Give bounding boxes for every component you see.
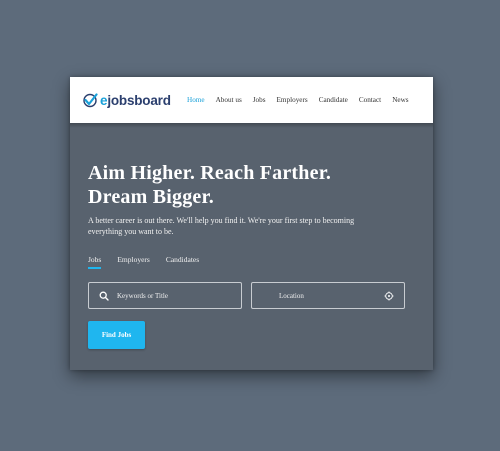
tab-employers[interactable]: Employers [117, 255, 150, 264]
location-input[interactable] [252, 290, 384, 301]
tab-jobs[interactable]: Jobs [88, 255, 102, 269]
hero-subtitle: A better career is out there. We'll help… [88, 216, 355, 236]
nav-item-candidate[interactable]: Candidate [319, 96, 348, 104]
search-tabs: Jobs Employers Candidates [88, 255, 215, 269]
nav-item-about-us[interactable]: About us [216, 96, 242, 104]
logo-wordmark: ejobsboard [100, 92, 171, 108]
hero-title-line-1: Aim Higher. Reach Farther. [88, 162, 332, 184]
site-logo[interactable]: ejobsboard [82, 92, 171, 108]
find-jobs-button[interactable]: Find Jobs [88, 321, 145, 349]
top-navigation-bar: ejobsboard Home About us Jobs Employers … [70, 77, 433, 128]
location-field[interactable] [251, 282, 405, 309]
hero-title-line-2: Dream Bigger. [88, 186, 214, 208]
nav-item-contact[interactable]: Contact [359, 96, 381, 104]
nav-item-home[interactable]: Home [187, 96, 205, 104]
crosshair-icon[interactable] [384, 291, 394, 301]
search-icon [99, 291, 109, 301]
nav-item-news[interactable]: News [392, 96, 408, 104]
keyword-input[interactable] [115, 290, 241, 301]
hero-title: Aim Higher. Reach Farther. Dream Bigger. [88, 161, 428, 209]
tab-candidates[interactable]: Candidates [166, 255, 199, 264]
keyword-field[interactable] [88, 282, 242, 309]
nav-item-employers[interactable]: Employers [277, 96, 308, 104]
browser-screenshot-card: ejobsboard Home About us Jobs Employers … [70, 77, 433, 370]
nav-item-jobs[interactable]: Jobs [253, 96, 266, 104]
checkmark-icon [82, 92, 98, 108]
hero-section: Aim Higher. Reach Farther. Dream Bigger.… [88, 161, 428, 237]
main-nav: Home About us Jobs Employers Candidate C… [187, 77, 420, 123]
